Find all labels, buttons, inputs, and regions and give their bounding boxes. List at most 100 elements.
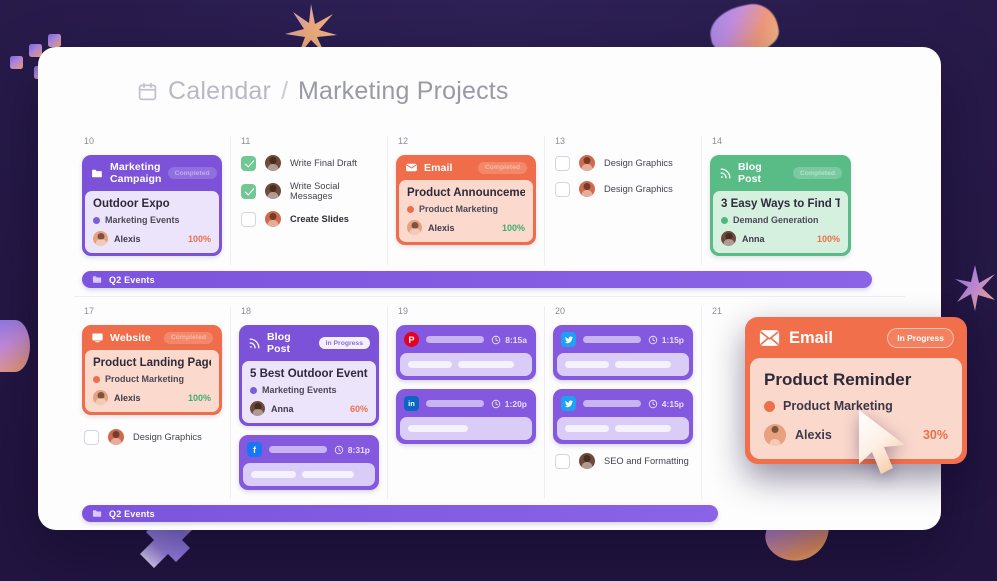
placeholder-bar: [408, 361, 452, 368]
checkbox-icon[interactable]: [555, 453, 570, 469]
rss-icon: [720, 168, 731, 178]
event-bar-label: Q2 Events: [109, 508, 155, 519]
rss-icon: [249, 338, 260, 348]
day-cell-11[interactable]: 11 Write Final Draft Write Social Messag…: [231, 136, 388, 265]
card-meta: Anna 100%: [721, 231, 840, 246]
card-type-label: Blog Post: [738, 161, 762, 185]
card-header: Blog Post Completed: [713, 158, 848, 191]
social-post-card-twitter-2[interactable]: 4:15p: [553, 389, 693, 444]
card-meta: Anna 60%: [250, 401, 368, 416]
email-icon: [406, 163, 417, 172]
day-cell-13[interactable]: 13 Design Graphics Design Graphics: [545, 136, 702, 265]
avatar: [579, 453, 595, 469]
placeholder-bar: [615, 425, 671, 432]
task-row[interactable]: SEO and Formatting: [553, 453, 693, 469]
social-card-header: 4:15p: [557, 393, 689, 417]
floating-card-title: Product Reminder: [764, 370, 912, 389]
folder-icon: [92, 276, 102, 283]
day-number: 10: [84, 136, 95, 146]
facebook-icon: f: [247, 442, 262, 457]
task-row[interactable]: Design Graphics: [553, 155, 693, 171]
status-badge: Completed: [167, 167, 217, 179]
task-label: Design Graphics: [133, 432, 202, 442]
checkbox-checked-icon[interactable]: [241, 155, 256, 171]
avatar: [764, 424, 786, 446]
social-post-card-linkedin[interactable]: in 1:20p: [396, 389, 536, 444]
post-time-label: 4:15p: [661, 398, 684, 409]
clock-icon: [334, 445, 343, 454]
checkbox-icon[interactable]: [555, 155, 570, 171]
tag-label: Marketing Events: [262, 385, 337, 395]
card-title: 3 Easy Ways to Find The...: [721, 198, 840, 210]
twitter-icon: [561, 332, 576, 347]
checkbox-icon[interactable]: [84, 429, 99, 445]
placeholder-bar: [458, 361, 514, 368]
event-card-blog-post[interactable]: Blog Post Completed 3 Easy Ways to Find …: [710, 155, 851, 256]
breadcrumb-separator: /: [281, 77, 289, 105]
task-row[interactable]: Create Slides: [239, 211, 379, 227]
progress-value: 100%: [501, 222, 525, 233]
task-label: Write Social Messages: [290, 181, 340, 201]
day-cell-17[interactable]: 17 Website Completed Product Landing Pag…: [74, 306, 231, 499]
social-post-card-twitter-1[interactable]: 1:15p: [553, 325, 693, 380]
post-time: 1:15p: [648, 335, 684, 345]
card-body: Product Announcement Product Marketing A…: [399, 180, 533, 242]
social-post-card-pinterest[interactable]: P 8:15a: [396, 325, 536, 380]
day-cell-18[interactable]: 18 Blog Post In Progress 5 Best Outdoor …: [231, 306, 388, 499]
task-row[interactable]: Design Graphics: [82, 429, 222, 445]
checkbox-icon[interactable]: [241, 211, 256, 227]
task-label: Design Graphics: [604, 158, 673, 168]
day-cell-19[interactable]: 19 P 8:15a in 1:20p: [388, 306, 545, 499]
task-row[interactable]: Write Social Messages: [239, 181, 379, 201]
checkbox-checked-icon[interactable]: [241, 183, 256, 199]
event-bar-q2-week2[interactable]: Q2 Events: [82, 505, 718, 522]
tag-dot-icon: [93, 216, 100, 224]
breadcrumb-calendar[interactable]: Calendar: [168, 77, 271, 106]
tag-dot-icon: [407, 205, 414, 213]
tag-dot-icon: [764, 400, 775, 412]
task-row[interactable]: Design Graphics: [553, 181, 693, 197]
twitter-icon: [561, 396, 576, 411]
task-label: Create Slides: [290, 214, 349, 224]
event-card-email-announcement[interactable]: Email Completed Product Announcement Pro…: [396, 155, 536, 245]
day-cell-14[interactable]: 14 Blog Post Completed 3 Easy Ways to Fi…: [702, 136, 859, 265]
linkedin-icon: in: [404, 396, 419, 411]
clock-icon: [491, 399, 500, 408]
event-card-marketing-campaign[interactable]: Marketing Campaign Completed Outdoor Exp…: [82, 155, 222, 256]
event-card-website[interactable]: Website Completed Product Landing Page P…: [82, 325, 222, 415]
card-title: Outdoor Expo: [93, 198, 170, 210]
post-time-label: 8:15a: [505, 334, 527, 345]
day-number: 18: [241, 306, 252, 316]
card-type-label: Website: [110, 331, 151, 344]
breadcrumb-project[interactable]: Marketing Projects: [298, 77, 509, 106]
day-cell-12[interactable]: 12 Email Completed Product Announcement: [388, 136, 545, 265]
social-card-body: [243, 463, 375, 486]
status-badge: Completed: [163, 331, 213, 344]
post-time-label: 1:20p: [504, 398, 527, 409]
social-card-header: 1:15p: [557, 329, 689, 353]
social-post-card-facebook[interactable]: f 8:31p: [239, 435, 379, 490]
card-header: Marketing Campaign Completed: [85, 158, 219, 191]
pinterest-icon: P: [404, 332, 419, 347]
card-title: Product Announcement: [407, 187, 525, 199]
avatar: [108, 429, 124, 445]
post-time-label: 1:15p: [661, 334, 684, 345]
day-cell-20[interactable]: 20 1:15p 4:15p SEO and Formatting: [545, 306, 702, 499]
day-number: 19: [398, 306, 409, 316]
social-card-body: [557, 417, 689, 440]
twitter-bird-icon: [564, 400, 573, 407]
post-time: 8:15a: [491, 335, 527, 345]
avatar: [579, 181, 595, 197]
tag-label: Product Marketing: [105, 374, 185, 384]
task-row[interactable]: Write Final Draft: [239, 155, 379, 171]
placeholder-bar: [565, 361, 609, 368]
clock-icon: [492, 335, 501, 344]
social-card-header: P 8:15a: [400, 329, 532, 353]
event-card-blog-post-18[interactable]: Blog Post In Progress 5 Best Outdoor Eve…: [239, 325, 379, 426]
avatar: [93, 390, 108, 405]
email-icon: [759, 330, 780, 346]
day-cell-10[interactable]: 10 Marketing Campaign Completed Outdoor …: [74, 136, 231, 265]
event-bar-q2-week1[interactable]: Q2 Events: [82, 271, 872, 288]
checkbox-icon[interactable]: [555, 181, 570, 197]
avatar: [250, 401, 265, 416]
